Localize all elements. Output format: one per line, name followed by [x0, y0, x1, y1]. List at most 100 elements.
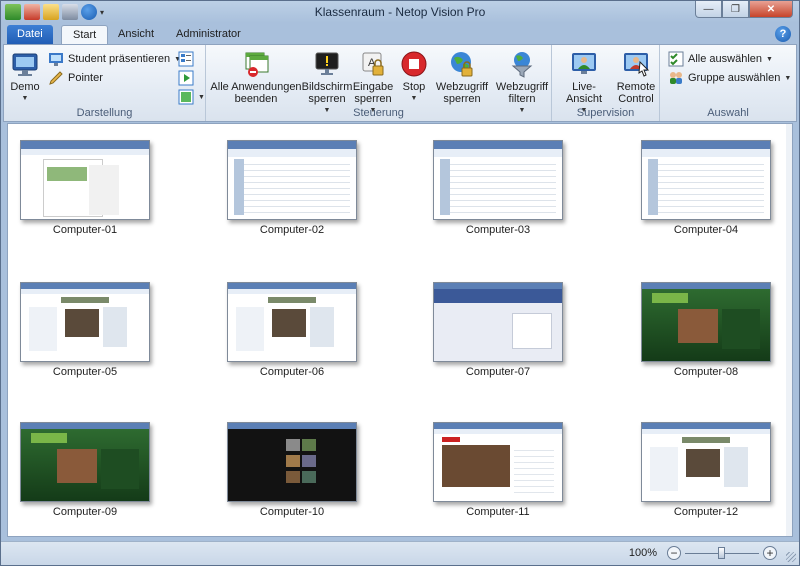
- screen-preview-region: [228, 141, 356, 149]
- select-group-label: Gruppe auswählen: [688, 72, 781, 84]
- web-filter-label-1: Webzugriff: [495, 81, 549, 93]
- close-all-apps-button[interactable]: Alle Anwendungen beenden: [210, 49, 302, 105]
- screen-preview[interactable]: [227, 282, 357, 362]
- screen-preview-region: [642, 149, 770, 157]
- computer-thumbnail[interactable]: Computer-09: [20, 422, 150, 518]
- pointer-button[interactable]: Pointer: [48, 70, 103, 86]
- window-play-icon: [178, 70, 194, 86]
- screen-preview[interactable]: [433, 422, 563, 502]
- resize-grip[interactable]: [786, 552, 796, 562]
- tab-file[interactable]: Datei: [7, 25, 53, 45]
- screen-preview[interactable]: [641, 282, 771, 362]
- screen-preview-region: [228, 289, 356, 294]
- demo-label: Demo: [10, 81, 40, 93]
- window-green-icon: [178, 89, 194, 105]
- screen-preview-region: [648, 159, 658, 215]
- screen-preview[interactable]: [20, 422, 150, 502]
- demo-button[interactable]: Demo ▼: [10, 49, 40, 105]
- screen-preview-region: [29, 307, 57, 351]
- computer-grid: Computer-01 Computer-02 Computer-03 Compute…: [7, 123, 793, 537]
- chevron-down-icon: ▼: [784, 74, 792, 82]
- group-steuerung: Alle Anwendungen beenden Bildschirm sper…: [206, 45, 552, 121]
- web-lock-button[interactable]: Webzugriff sperren: [434, 49, 490, 105]
- computer-name: Computer-02: [259, 224, 325, 236]
- computer-name: Computer-06: [259, 366, 325, 378]
- computer-thumbnail[interactable]: Computer-02: [227, 140, 357, 236]
- screen-preview-region: [722, 309, 760, 349]
- zoom-in-button[interactable]: +: [763, 546, 777, 560]
- monitor-demo-icon: [10, 49, 40, 79]
- view-option-2-button[interactable]: [178, 70, 194, 86]
- computer-name: Computer-01: [52, 224, 118, 236]
- remote-control-button[interactable]: Remote Control: [614, 49, 658, 105]
- screen-preview-region: [682, 437, 730, 443]
- minimize-button[interactable]: —: [695, 1, 722, 18]
- computer-thumbnail[interactable]: Computer-11: [433, 422, 563, 518]
- screen-preview-region: [286, 471, 300, 483]
- computer-thumbnail[interactable]: Computer-05: [20, 282, 150, 378]
- computer-thumbnail[interactable]: Computer-12: [641, 422, 771, 518]
- computer-thumbnail[interactable]: Computer-01: [20, 140, 150, 236]
- close-button[interactable]: ✕: [749, 1, 793, 18]
- screen-preview-region: [434, 289, 562, 303]
- screen-preview[interactable]: [227, 422, 357, 502]
- help-icon[interactable]: ?: [775, 26, 791, 42]
- screen-preview-region: [642, 141, 770, 149]
- computer-thumbnail[interactable]: Computer-07: [433, 282, 563, 378]
- group-label-darstellung: Darstellung: [76, 107, 133, 119]
- screen-preview-region: [724, 447, 748, 487]
- lock-input-label-1: Eingabe: [352, 81, 394, 93]
- select-all-button[interactable]: Alle auswählen ▼: [668, 51, 773, 67]
- screen-preview-region: [650, 447, 678, 491]
- chevron-down-icon: ▼: [198, 93, 205, 101]
- tab-view[interactable]: Ansicht: [107, 25, 165, 45]
- computer-thumbnail[interactable]: Computer-08: [641, 282, 771, 378]
- remote-label-2: Control: [618, 93, 654, 105]
- computer-name: Computer-03: [465, 224, 531, 236]
- zoom-slider-thumb[interactable]: [718, 547, 725, 559]
- screen-preview-region: [268, 297, 316, 303]
- screen-preview[interactable]: [433, 282, 563, 362]
- screen-preview-region: [302, 455, 316, 467]
- student-present-label: Student präsentieren: [68, 53, 171, 65]
- screen-preview[interactable]: [227, 140, 357, 220]
- screen-preview-region: [678, 309, 718, 343]
- pointer-label: Pointer: [68, 72, 103, 84]
- stop-label: Stop: [402, 81, 426, 93]
- screen-preview[interactable]: [20, 140, 150, 220]
- screen-preview-region: [103, 307, 127, 347]
- computer-thumbnail[interactable]: Computer-06: [227, 282, 357, 378]
- select-all-label: Alle auswählen: [688, 53, 762, 65]
- computer-thumbnail[interactable]: Computer-10: [227, 422, 357, 518]
- screen-preview[interactable]: [20, 282, 150, 362]
- screen-preview[interactable]: [433, 140, 563, 220]
- screen-preview-region: [21, 149, 149, 155]
- computer-thumbnail[interactable]: Computer-03: [433, 140, 563, 236]
- screen-preview-region: [228, 149, 356, 157]
- select-group-button[interactable]: Gruppe auswählen ▼: [668, 70, 791, 86]
- computer-thumbnail[interactable]: Computer-04: [641, 140, 771, 236]
- screen-preview-region: [272, 309, 306, 337]
- app-window: ▾ Klassenraum - Netop Vision Pro — ❐ ✕ D…: [0, 0, 800, 566]
- maximize-button[interactable]: ❐: [722, 1, 749, 18]
- screen-preview-region: [236, 307, 264, 351]
- group-label-steuerung: Steuerung: [353, 107, 404, 119]
- lock-input-label-2: sperren: [354, 93, 392, 105]
- stop-button[interactable]: Stop ▼: [396, 49, 432, 105]
- group-label-supervision: Supervision: [576, 107, 635, 119]
- zoom-out-button[interactable]: −: [667, 546, 681, 560]
- screen-preview-region: [514, 445, 554, 495]
- status-bar: 100% − +: [1, 541, 799, 565]
- screen-preview-region: [302, 471, 316, 483]
- student-present-button[interactable]: Student präsentieren ▼: [48, 51, 181, 67]
- screen-preview-region: [434, 149, 562, 157]
- view-option-3-button[interactable]: ▼: [178, 89, 205, 105]
- view-option-1-button[interactable]: [178, 51, 194, 67]
- vertical-scrollbar[interactable]: [786, 124, 792, 536]
- tab-administrator[interactable]: Administrator: [165, 25, 252, 45]
- computer-name: Computer-09: [52, 506, 118, 518]
- screen-preview[interactable]: [641, 140, 771, 220]
- screen-preview[interactable]: [641, 422, 771, 502]
- tab-start[interactable]: Start: [61, 25, 109, 45]
- ribbon-tab-row: Datei Start Ansicht Administrator ?: [1, 23, 799, 45]
